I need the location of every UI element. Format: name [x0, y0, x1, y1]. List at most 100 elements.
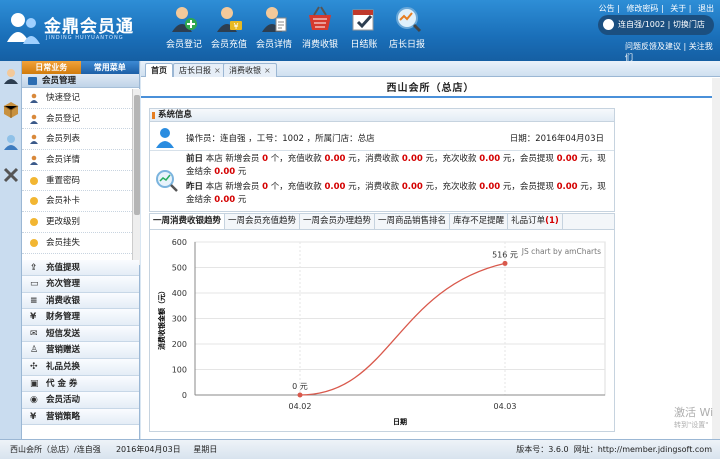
- main-scrollbar[interactable]: [712, 78, 720, 439]
- menu-consume-cashier[interactable]: ≡ 消费收银: [22, 292, 139, 310]
- operator-row: 操作员：连自强 ，工号：1002 ，所属门店：总店 日期：2016年04月03日: [150, 123, 614, 151]
- menu-label: 消费收银: [46, 295, 81, 306]
- about-link[interactable]: 关于: [670, 4, 686, 13]
- text: 金结余: [186, 195, 215, 205]
- notice-link[interactable]: 公告: [599, 4, 615, 13]
- chart-credit: JS chart by amCharts: [521, 247, 601, 256]
- sidebar-item-label: 快速登记: [46, 93, 81, 103]
- store-name: 总店: [357, 134, 375, 144]
- nav-label: 会员详情: [255, 40, 292, 50]
- change-password-link[interactable]: 修改密码: [626, 4, 658, 13]
- staff-icon[interactable]: [2, 133, 20, 151]
- data-label: 516 元: [492, 250, 518, 259]
- tab-consume-cashier[interactable]: 消费收银 ×: [223, 63, 277, 77]
- sidebar-item-label: 会员列表: [46, 134, 81, 145]
- text: 个，充值收款: [268, 154, 325, 164]
- y-tick-label: 300: [172, 315, 187, 324]
- tab-daily-business[interactable]: 日常业务: [22, 61, 81, 74]
- user-money-icon: ¥: [217, 7, 242, 32]
- nav-member-register-button[interactable]: 会员登记: [160, 4, 208, 56]
- header-marker-icon: [152, 112, 155, 119]
- logout-link[interactable]: 退出: [698, 4, 714, 13]
- text: 元，现: [577, 182, 606, 192]
- sidebar-item-member-register[interactable]: 会员登记: [22, 109, 132, 130]
- website-link[interactable]: http://member.jdingsoft.com: [598, 445, 712, 454]
- menu-voucher[interactable]: ▣ 代 金 券: [22, 375, 139, 393]
- feedback-link[interactable]: 问题反馈及建议: [625, 42, 681, 51]
- left-icon-bar: [0, 61, 22, 439]
- user-icon: [30, 114, 38, 124]
- tab-gift-orders[interactable]: 礼品订单(1): [508, 214, 563, 229]
- tab-label: 店长日报: [179, 66, 211, 75]
- nav-label: 会员充值: [210, 40, 247, 50]
- nav-consume-cashier-button[interactable]: 消费收银: [296, 4, 344, 56]
- user-icon: [603, 19, 614, 30]
- voucher-icon: ▣: [30, 378, 39, 389]
- nav-member-recharge-button[interactable]: ¥ 会员充值: [205, 4, 253, 56]
- sidebar-item-card-reissue[interactable]: 会员补卡: [22, 191, 132, 213]
- logo-title: 金鼎会员通: [44, 17, 134, 37]
- sidebar-item-change-level[interactable]: 更改级别: [22, 212, 132, 233]
- feedback-links: 问题反馈及建议 | 关注我们: [625, 42, 713, 62]
- tab-weekly-consume-trend[interactable]: 一周消费收银趋势: [150, 214, 226, 229]
- menu-sms[interactable]: ✉ 短信发送: [22, 325, 139, 343]
- tab-low-stock[interactable]: 库存不足提醒: [450, 214, 509, 229]
- menu-count-recharge[interactable]: ▭ 充次管理: [22, 276, 139, 293]
- text: 本店 新增会员: [205, 154, 263, 164]
- menu-recharge-withdraw[interactable]: ⇪ 充值提现: [22, 259, 139, 277]
- sidebar-item-quick-register[interactable]: 快速登记: [22, 88, 132, 109]
- nav-daily-settle-button[interactable]: 日结账: [340, 4, 388, 56]
- sidebar-item-member-list[interactable]: 会员列表: [22, 129, 132, 151]
- job-number: 1002: [282, 134, 304, 144]
- system-info-panel: 系统信息 操作员：连自强 ，工号：1002 ，所属门店：总店 日期：2016年0…: [149, 108, 615, 212]
- tab-weekly-goods-ranking[interactable]: 一周商品销售排名: [375, 214, 451, 229]
- operator-avatar-icon: [154, 126, 176, 148]
- star-icon: [30, 238, 38, 247]
- operator-name: 连自强: [220, 134, 246, 144]
- menu-marketing-gift[interactable]: ♙ 营销赠送: [22, 342, 139, 360]
- y-axis-title: 消费收银金额（元）: [157, 287, 166, 350]
- basket-icon: [309, 6, 331, 30]
- page-title: 西山会所（总店）: [141, 80, 720, 98]
- y-tick-label: 600: [172, 238, 187, 247]
- sidebar-item-member-detail[interactable]: 会员详情: [22, 150, 132, 171]
- sidebar-item-reset-password[interactable]: 重置密码: [22, 171, 132, 192]
- section-member-management[interactable]: 会员管理: [22, 74, 139, 88]
- menu-member-activity[interactable]: ◉ 会员活动: [22, 392, 139, 409]
- nav-member-detail-button[interactable]: 会员详情: [250, 4, 298, 56]
- current-date: 日期：2016年04月03日: [510, 132, 604, 144]
- nav-manager-report-button[interactable]: 店长日报: [383, 4, 431, 56]
- operator-info: 操作员：连自强 ，工号：1002 ，所属门店：总店: [186, 134, 375, 144]
- stat-day-label: 前日: [186, 154, 204, 164]
- current-user: 连自强/1002: [618, 20, 666, 29]
- tab-manager-report[interactable]: 店长日报 ×: [173, 63, 227, 77]
- member-card-icon: [28, 77, 37, 85]
- tab-weekly-recharge-trend[interactable]: 一周会员充值趋势: [225, 214, 301, 229]
- tab-weekly-member-trend[interactable]: 一周会员办理趋势: [300, 214, 376, 229]
- goods-box-icon[interactable]: [2, 100, 20, 118]
- tools-icon[interactable]: [2, 166, 20, 184]
- recharge-value: 0.00: [324, 154, 346, 164]
- report-search-icon: [396, 7, 422, 33]
- menu-finance[interactable]: ¥ 财务管理: [22, 309, 139, 326]
- tab-common-menu[interactable]: 常用菜单: [81, 61, 140, 74]
- member-icon[interactable]: [2, 67, 20, 85]
- nav-label: 消费收银: [301, 40, 338, 50]
- switch-store-link[interactable]: 切换门店: [673, 20, 705, 29]
- star-icon: [30, 197, 38, 206]
- date-value: 2016年04月03日: [535, 134, 604, 144]
- menu-gift-exchange[interactable]: ✣ 礼品兑换: [22, 359, 139, 376]
- person-icon: ♙: [30, 345, 39, 356]
- text: 元，消费收款: [345, 182, 402, 192]
- cash-value: 0.00: [214, 167, 236, 177]
- menu-marketing-strategy[interactable]: ¥ 营销策略: [22, 408, 139, 426]
- app-header: 金鼎会员通 JINDING HUIYUANTONG 会员登记 ¥ 会员充值 会员…: [0, 0, 720, 62]
- scroll-thumb[interactable]: [134, 95, 140, 215]
- sidebar-scrollbar[interactable]: [132, 89, 140, 265]
- close-icon[interactable]: ×: [264, 66, 271, 75]
- logo-people-icon: [7, 13, 40, 44]
- sidebar-item-report-loss[interactable]: 会员挂失: [22, 233, 132, 254]
- gift-icon: ✣: [30, 362, 38, 373]
- tab-home[interactable]: 首页: [145, 63, 173, 77]
- close-icon[interactable]: ×: [214, 66, 221, 75]
